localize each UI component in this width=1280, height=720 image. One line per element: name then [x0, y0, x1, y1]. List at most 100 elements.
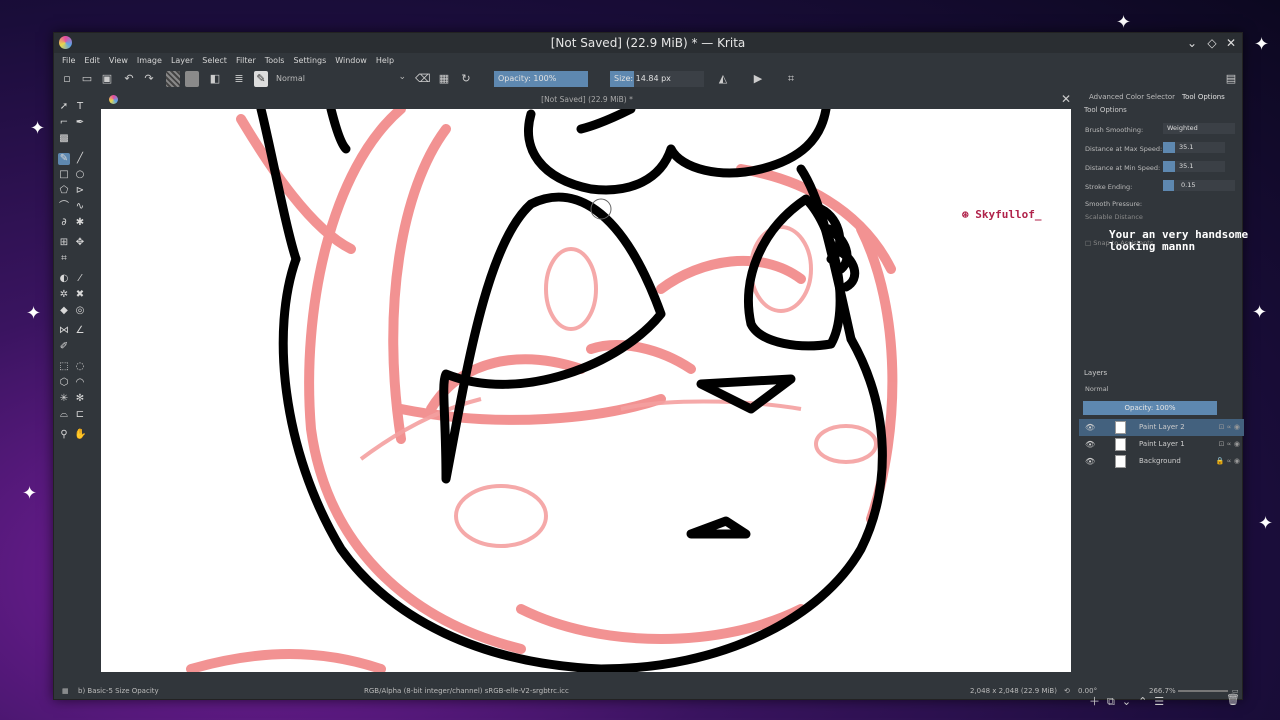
enclose-fill-icon[interactable]: ◎ — [74, 305, 86, 317]
layer-lock-alpha-icons[interactable]: ⊡ ∝ ◉ — [1219, 419, 1240, 436]
color-swap-icon[interactable]: ◧ — [208, 71, 222, 87]
multibrush-icon[interactable]: ✱ — [74, 217, 86, 229]
workspace-icon[interactable]: ▤ — [1224, 71, 1238, 87]
fill-gradient-icon[interactable] — [166, 71, 180, 87]
move-tool-icon[interactable]: ✥ — [74, 237, 86, 249]
pattern-icon[interactable]: ▩ — [58, 133, 70, 145]
pan-tool-icon[interactable]: ✋ — [74, 429, 86, 441]
minimize-button[interactable]: ⌄ — [1184, 35, 1200, 51]
transform-tool-icon[interactable]: ⊞ — [58, 237, 70, 249]
layer-name: Paint Layer 2 — [1139, 423, 1185, 431]
layer-row[interactable]: 👁 Paint Layer 1 ⊡ ∝ ◉ — [1079, 436, 1244, 453]
distance-min-speed-input[interactable]: 35.1 — [1163, 161, 1225, 172]
tab-advanced-color-selector[interactable]: Advanced Color Selector — [1089, 89, 1175, 105]
menu-image[interactable]: Image — [137, 56, 162, 65]
mirror-horizontal-icon[interactable]: ◭ — [716, 71, 730, 87]
polygon-tool-icon[interactable]: ⬠ — [58, 185, 70, 197]
crop-tool-icon[interactable]: ⌗ — [58, 253, 70, 265]
open-document-icon[interactable]: ▭ — [80, 71, 94, 87]
rect-select-icon[interactable]: ⬚ — [58, 361, 70, 373]
text-tool-icon[interactable]: T — [74, 101, 86, 113]
layer-opacity-slider[interactable]: Opacity: 100% — [1083, 401, 1217, 415]
menu-settings[interactable]: Settings — [293, 56, 326, 65]
bezier-tool-icon[interactable]: ⌒ — [58, 201, 70, 213]
menu-view[interactable]: View — [109, 56, 128, 65]
blend-mode-select[interactable]: Normal — [272, 70, 408, 86]
visibility-eye-icon[interactable]: 👁 — [1085, 436, 1095, 453]
similar-select-icon[interactable]: ✻ — [74, 393, 86, 405]
reference-tool-icon[interactable]: ✐ — [58, 341, 70, 353]
mirror-vertical-icon[interactable]: ▶ — [751, 71, 765, 87]
close-document-icon[interactable]: ✕ — [1061, 92, 1071, 106]
preserve-alpha-icon[interactable]: ▦ — [437, 71, 451, 87]
brush-status-icon[interactable]: ▦ — [62, 681, 69, 701]
visibility-eye-icon[interactable]: 👁 — [1085, 419, 1095, 436]
ellipse-tool-icon[interactable]: ○ — [74, 169, 86, 181]
layer-lock-alpha-icons[interactable]: ⊡ ∝ ◉ — [1219, 436, 1240, 453]
eraser-icon[interactable]: ⌫ — [415, 71, 431, 87]
document-tab[interactable]: [Not Saved] (22.9 MiB) * — [101, 91, 1073, 109]
wrap-around-icon[interactable]: ⌗ — [784, 71, 798, 87]
brush-preset-icon[interactable]: ✎ — [254, 71, 268, 87]
opacity-slider[interactable]: Opacity: 100% — [494, 71, 588, 87]
freehand-brush-icon[interactable]: ✎ — [58, 153, 70, 165]
menu-layer[interactable]: Layer — [171, 56, 193, 65]
contiguous-select-icon[interactable]: ✳ — [58, 393, 70, 405]
smart-patch-icon[interactable]: ✲ — [58, 289, 70, 301]
menu-window[interactable]: Window — [335, 56, 367, 65]
zoom-tool-icon[interactable]: ⚲ — [58, 429, 70, 441]
reload-preset-icon[interactable]: ↻ — [459, 71, 473, 87]
save-document-icon[interactable]: ▣ — [100, 71, 114, 87]
fill-pattern-icon[interactable] — [185, 71, 199, 87]
edit-shapes-icon[interactable]: ⌐ — [58, 117, 70, 129]
rotation-icon[interactable]: ⟲ — [1064, 681, 1070, 701]
zoom-slider[interactable] — [1178, 690, 1228, 692]
distance-max-speed-input[interactable]: 35.1 — [1163, 142, 1225, 153]
rectangle-tool-icon[interactable]: □ — [58, 169, 70, 181]
menu-tools[interactable]: Tools — [265, 56, 285, 65]
layer-blend-mode-select[interactable]: Normal — [1085, 385, 1109, 393]
measure-tool-icon[interactable]: ∠ — [74, 325, 86, 337]
size-slider[interactable]: Size: 14.84 px — [610, 71, 704, 87]
layer-lock-icon[interactable]: 🔒 ∝ ◉ — [1216, 453, 1240, 470]
drawing-canvas[interactable] — [101, 109, 1071, 672]
stroke-ending-input[interactable]: 0.15 — [1163, 180, 1235, 191]
freehand-select-icon[interactable]: ◠ — [74, 377, 86, 389]
menu-edit[interactable]: Edit — [84, 56, 100, 65]
maximize-button[interactable]: ◇ — [1204, 35, 1220, 51]
line-tool-icon[interactable]: ╱ — [74, 153, 86, 165]
title-bar[interactable]: [Not Saved] (22.9 MiB) * — Krita ⌄ ◇ ✕ — [54, 33, 1242, 53]
calligraphy-icon[interactable]: ✒ — [74, 117, 86, 129]
menu-help[interactable]: Help — [376, 56, 394, 65]
select-shapes-icon[interactable]: ➚ — [58, 101, 70, 113]
zoom-status[interactable]: 266.7% — [1149, 681, 1176, 701]
ellipse-select-icon[interactable]: ◌ — [74, 361, 86, 373]
menu-select[interactable]: Select — [202, 56, 227, 65]
close-button[interactable]: ✕ — [1223, 35, 1239, 51]
undo-icon[interactable]: ↶ — [122, 71, 136, 87]
colorize-mask-icon[interactable]: ✖ — [74, 289, 86, 301]
assistant-tool-icon[interactable]: ⋈ — [58, 325, 70, 337]
menu-filter[interactable]: Filter — [236, 56, 256, 65]
layer-row[interactable]: 👁 Paint Layer 2 ⊡ ∝ ◉ — [1079, 419, 1244, 436]
polyline-tool-icon[interactable]: ⊳ — [74, 185, 86, 197]
layer-row[interactable]: 👁 Background 🔒 ∝ ◉ — [1079, 453, 1244, 470]
fullscreen-icon[interactable]: ▭ — [1232, 681, 1239, 701]
new-document-icon[interactable]: ▫ — [60, 71, 74, 87]
dynamic-brush-icon[interactable]: ∂ — [58, 217, 70, 229]
menu-file[interactable]: File — [62, 56, 75, 65]
magnetic-select-icon[interactable]: ⊏ — [74, 409, 86, 421]
gradient-tool-icon[interactable]: ◐ — [58, 273, 70, 285]
color-picker-icon[interactable]: ⁄ — [74, 273, 86, 285]
scalable-distance-label[interactable]: Scalable Distance — [1085, 213, 1143, 221]
layer-thumbnail — [1115, 421, 1126, 434]
bezier-select-icon[interactable]: ⌓ — [58, 409, 70, 421]
tab-tool-options[interactable]: Tool Options — [1182, 89, 1225, 105]
visibility-eye-icon[interactable]: 👁 — [1085, 453, 1095, 470]
polygon-select-icon[interactable]: ⬡ — [58, 377, 70, 389]
brush-smoothing-select[interactable]: Weighted — [1163, 123, 1235, 134]
redo-icon[interactable]: ↷ — [142, 71, 156, 87]
brush-settings-icon[interactable]: ≣ — [232, 71, 246, 87]
freehand-path-icon[interactable]: ∿ — [74, 201, 86, 213]
fill-tool-icon[interactable]: ◆ — [58, 305, 70, 317]
